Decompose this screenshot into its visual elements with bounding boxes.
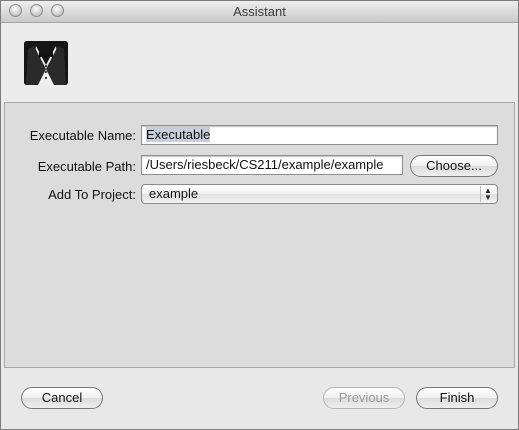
add-to-project-select[interactable]: example ▲ ▼ [141, 184, 498, 204]
form-panel: Executable Name: Executable Executable P… [4, 102, 515, 368]
title-bar: Assistant [1, 1, 518, 23]
add-to-project-label: Add To Project: [48, 187, 136, 202]
executable-path-field[interactable]: /Users/riesbeck/CS211/example/example [141, 155, 403, 175]
executable-name-label: Executable Name: [29, 128, 136, 143]
executable-name-value: Executable [146, 127, 211, 142]
cancel-button[interactable]: Cancel [21, 387, 103, 409]
executable-path-label: Executable Path: [37, 159, 136, 174]
choose-button[interactable]: Choose... [410, 155, 498, 177]
window-title: Assistant [233, 4, 286, 19]
header [1, 23, 518, 103]
select-arrows-icon: ▲ ▼ [480, 186, 495, 202]
tuxedo-icon [24, 41, 68, 85]
executable-path-value: /Users/riesbeck/CS211/example/example [146, 157, 384, 172]
assistant-window: Assistant Executable Name: Executable Ex… [0, 0, 519, 430]
footer: Cancel Previous Finish [1, 369, 518, 429]
add-to-project-value: example [149, 186, 199, 201]
previous-button[interactable]: Previous [323, 387, 405, 409]
executable-name-field[interactable]: Executable [141, 125, 498, 145]
finish-button[interactable]: Finish [416, 387, 498, 409]
